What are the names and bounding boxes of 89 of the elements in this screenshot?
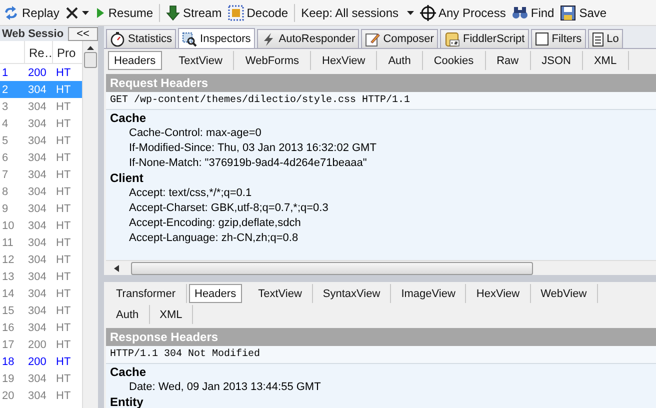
caret-icon	[406, 10, 414, 14]
arrows-icon	[3, 4, 19, 20]
header-line: Date: Wed, 09 Jan 2013 13:44:55 GMT	[128, 380, 322, 395]
checkbox-icon	[534, 32, 549, 46]
header-line: Accept-Language: zh-CN,zh;q=0.8	[128, 231, 300, 246]
session-row[interactable]: 17 200 HT	[0, 336, 82, 353]
tab[interactable]: XML	[150, 305, 194, 324]
session-row[interactable]: 19 304 HT	[0, 370, 82, 387]
stopwatch-icon	[110, 32, 125, 46]
session-row[interactable]: 18 200 HT	[0, 353, 82, 370]
notepad-pencil-icon	[365, 32, 380, 46]
header-line: If-Modified-Since: Thu, 03 Jan 2013 16:32:02 GMT	[128, 141, 378, 156]
tab[interactable]: HexView	[466, 284, 531, 303]
tab[interactable]: Inspectors	[178, 28, 255, 48]
tab[interactable]: Raw	[486, 51, 531, 70]
session-row[interactable]: 15 304 HT	[0, 302, 82, 319]
toolbar-button[interactable]: Any Process	[416, 2, 509, 22]
scrollbar[interactable]	[82, 41, 98, 408]
session-row[interactable]: 6 304 HT	[0, 149, 82, 166]
toolbar-button[interactable]: Replay	[0, 2, 62, 22]
script-scroll-icon	[444, 32, 460, 46]
toolbar-button[interactable]: Decode	[224, 2, 292, 22]
session-row[interactable]: 16 304 HT	[0, 319, 82, 336]
tab[interactable]: Headers	[108, 51, 162, 70]
toolbar-button[interactable]: Save	[557, 2, 610, 22]
session-row[interactable]: 20 304 HT	[0, 387, 82, 404]
section-title: Response Headers	[106, 328, 656, 346]
toolbar-button[interactable]: Find	[508, 4, 558, 22]
up-arrow-icon	[87, 46, 94, 50]
keep-dropdown[interactable]: Keep: All sessions	[298, 4, 416, 22]
session-row[interactable]: 3 304 HT	[0, 98, 82, 115]
scroll-thumb[interactable]	[131, 262, 533, 274]
tab[interactable]: Statistics	[106, 29, 176, 48]
group-name: Client	[110, 171, 144, 186]
header-line: If-None-Match: "376919b-9ad4-4d264e71beaaa"	[128, 156, 368, 171]
header-line: Accept-Charset: GBK,utf-8;q=0.7,*;q=0.3	[128, 201, 330, 216]
group-name: Cache	[110, 365, 148, 380]
session-row[interactable]: 8 304 HT	[0, 183, 82, 200]
tab[interactable]: Auth	[106, 305, 150, 324]
toolbar-button[interactable]: Stream	[163, 2, 225, 22]
toolbar-button[interactable]: Resume	[92, 4, 156, 22]
horizontal-scrollbar[interactable]	[106, 260, 656, 275]
session-row[interactable]: 9 304 HT	[0, 200, 82, 217]
section-title: Request Headers	[106, 74, 656, 92]
group-name: Cache	[110, 111, 148, 126]
tab[interactable]: XML	[582, 51, 629, 70]
session-row[interactable]: 1 200 HT	[0, 64, 82, 81]
tab[interactable]: Lo	[588, 29, 623, 48]
close-icon	[65, 6, 80, 20]
header-line: Accept-Encoding: gzip,deflate,sdch	[128, 216, 302, 231]
tab[interactable]: TextView	[168, 51, 234, 70]
session-row[interactable]: 7 304 HT	[0, 166, 82, 183]
session-row[interactable]: 11 304 HT	[0, 234, 82, 251]
session-row[interactable]: 5 304 HT	[0, 132, 82, 149]
tab[interactable]: WebView	[530, 284, 598, 303]
tab[interactable]: Cookies	[422, 51, 486, 70]
scroll-thumb[interactable]	[84, 52, 97, 68]
collapse-button[interactable]: <<	[68, 26, 98, 40]
magnifier-icon	[182, 32, 198, 46]
tab[interactable]: TextView	[248, 284, 313, 303]
column-header[interactable]: Re…	[24, 41, 52, 63]
tab[interactable]: HexView	[311, 51, 378, 70]
tab[interactable]: WebForms	[234, 51, 311, 70]
tab[interactable]: JSON	[530, 51, 583, 70]
play-icon	[95, 6, 106, 18]
document-icon	[592, 32, 604, 46]
tab[interactable]: Auth	[377, 51, 423, 70]
down-arrow-icon	[166, 4, 180, 20]
left-arrow-icon	[114, 264, 119, 272]
header-line: Cache-Control: max-age=0	[128, 126, 262, 141]
tab[interactable]: Composer	[361, 29, 438, 48]
session-row[interactable]: 4 304 HT	[0, 115, 82, 132]
header-line: Accept: text/css,*/*;q=0.1	[128, 186, 253, 201]
panel-title: Web Sessio	[1, 28, 64, 40]
tab[interactable]: Headers	[188, 284, 242, 303]
tab[interactable]: FiddlerScript	[440, 29, 529, 48]
session-row[interactable]: 14 304 HT	[0, 285, 82, 302]
session-row[interactable]: 12 304 HT	[0, 251, 82, 268]
tab[interactable]: Filters	[530, 29, 586, 48]
tab[interactable]: Transformer	[106, 284, 186, 303]
crosshair-icon	[420, 4, 436, 20]
tab[interactable]: SyntaxView	[312, 284, 392, 303]
caret-icon	[82, 10, 90, 14]
tab[interactable]: AutoResponder	[256, 29, 360, 48]
session-row[interactable]: 10 304 HT	[0, 217, 82, 234]
session-row[interactable]: 13 304 HT	[0, 268, 82, 285]
tab[interactable]: ImageView	[391, 284, 466, 303]
dotted-grid-icon	[228, 4, 244, 20]
binoculars-icon	[512, 6, 528, 20]
